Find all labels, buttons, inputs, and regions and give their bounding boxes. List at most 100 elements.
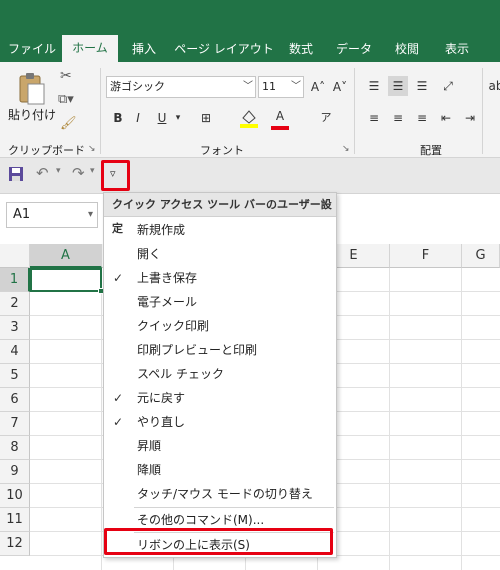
row-header[interactable]: 11 bbox=[0, 508, 30, 532]
highlight-customize-button bbox=[101, 160, 130, 191]
row-header[interactable]: 6 bbox=[0, 388, 30, 412]
paste-button[interactable] bbox=[16, 72, 46, 106]
select-all-corner[interactable] bbox=[0, 244, 30, 268]
tab-file[interactable]: ファイル bbox=[4, 36, 60, 62]
font-size-value: 11 bbox=[262, 80, 276, 93]
decrease-indent-icon[interactable]: ⇤ bbox=[436, 108, 456, 128]
divider bbox=[354, 68, 355, 154]
phonetic-icon[interactable]: ア bbox=[316, 108, 336, 128]
tab-insert[interactable]: 挿入 bbox=[122, 36, 166, 62]
chevron-down-icon[interactable]: ▾ bbox=[90, 166, 95, 176]
menu-item-label: 電子メール bbox=[137, 295, 198, 309]
font-group-label: フォント bbox=[200, 144, 244, 157]
italic-button[interactable]: I bbox=[128, 108, 148, 128]
name-box[interactable]: A1 ▾ bbox=[6, 202, 98, 228]
align-right-icon[interactable]: ≡ bbox=[412, 108, 432, 128]
align-top-icon[interactable]: ☰ bbox=[364, 76, 384, 96]
menu-title: クイック アクセス ツール バーのユーザー設定 bbox=[104, 193, 336, 235]
row-header[interactable]: 12 bbox=[0, 532, 30, 556]
tab-data[interactable]: データ bbox=[330, 36, 378, 62]
menu-item-touch-mouse-mode[interactable]: タッチ/マウス モードの切り替え bbox=[104, 482, 336, 506]
column-header[interactable]: A bbox=[30, 244, 102, 268]
menu-item-label: やり直し bbox=[137, 415, 186, 429]
column-header[interactable]: G bbox=[462, 244, 500, 268]
gridline bbox=[389, 268, 390, 570]
highlight-show-above-ribbon bbox=[104, 528, 333, 555]
bold-button[interactable]: B bbox=[108, 108, 128, 128]
grow-font-button[interactable]: A˄ bbox=[308, 77, 328, 97]
redo-icon[interactable]: ↷ bbox=[72, 164, 85, 182]
menu-item-undo[interactable]: ✓ 元に戻す bbox=[104, 386, 336, 410]
ribbon-tab-bar: ファイル ホーム 挿入 ページ レイアウト 数式 データ 校閲 表示 bbox=[0, 0, 500, 62]
menu-item-quick-print[interactable]: クイック印刷 bbox=[104, 314, 336, 338]
wrap-text-icon[interactable]: ab bbox=[486, 76, 500, 96]
menu-item-open[interactable]: 開く bbox=[104, 242, 336, 266]
row-header[interactable]: 10 bbox=[0, 484, 30, 508]
chevron-down-icon: ﹀ bbox=[243, 81, 253, 92]
font-color-swatch bbox=[271, 126, 289, 130]
copy-icon[interactable]: ⧉▾ bbox=[58, 92, 74, 107]
dialog-launcher-icon[interactable]: ↘ bbox=[88, 144, 96, 154]
menu-item-label: 元に戻す bbox=[137, 391, 186, 405]
row-header[interactable]: 7 bbox=[0, 412, 30, 436]
align-center-icon[interactable]: ≡ bbox=[388, 108, 408, 128]
clipboard-group-label: クリップボード bbox=[8, 144, 85, 157]
menu-item-label: 開く bbox=[137, 247, 162, 261]
tab-home[interactable]: ホーム bbox=[62, 35, 118, 62]
menu-item-sort-ascending[interactable]: 昇順 bbox=[104, 434, 336, 458]
scissors-icon[interactable]: ✂ bbox=[60, 68, 72, 84]
chevron-down-icon[interactable]: ▾ bbox=[56, 166, 61, 176]
orientation-icon[interactable]: ⤢ bbox=[438, 76, 458, 96]
name-box-value: A1 bbox=[13, 207, 31, 222]
menu-item-redo[interactable]: ✓ やり直し bbox=[104, 410, 336, 434]
fill-color-icon[interactable] bbox=[238, 106, 258, 128]
font-name-combo[interactable]: 游ゴシック ﹀ bbox=[106, 76, 256, 98]
shrink-font-button[interactable]: A˅ bbox=[330, 77, 350, 97]
row-header[interactable]: 4 bbox=[0, 340, 30, 364]
align-left-icon[interactable]: ≡ bbox=[364, 108, 384, 128]
font-name-value: 游ゴシック bbox=[110, 80, 165, 93]
increase-indent-icon[interactable]: ⇥ bbox=[460, 108, 480, 128]
chevron-down-icon[interactable]: ▾ bbox=[168, 108, 188, 128]
dialog-launcher-icon[interactable]: ↘ bbox=[342, 144, 350, 154]
menu-item-save[interactable]: ✓ 上書き保存 bbox=[104, 266, 336, 290]
tab-page-layout[interactable]: ページ レイアウト bbox=[174, 36, 274, 62]
menu-item-label: 上書き保存 bbox=[137, 271, 198, 285]
alignment-group-label: 配置 bbox=[420, 144, 442, 157]
gridline bbox=[101, 268, 102, 570]
font-color-glyph: A bbox=[275, 109, 285, 123]
divider bbox=[100, 68, 101, 154]
customize-qat-menu: クイック アクセス ツール バーのユーザー設定 新規作成 開く ✓ 上書き保存 電… bbox=[103, 192, 337, 558]
row-header[interactable]: 3 bbox=[0, 316, 30, 340]
check-icon: ✓ bbox=[113, 415, 124, 429]
column-header[interactable]: F bbox=[390, 244, 462, 268]
row-header[interactable]: 5 bbox=[0, 364, 30, 388]
tab-formulas[interactable]: 数式 bbox=[280, 36, 322, 62]
border-icon[interactable]: ⊞ bbox=[196, 108, 216, 128]
menu-item-email[interactable]: 電子メール bbox=[104, 290, 336, 314]
ribbon-home: 貼り付け ✂ ⧉▾ 🖌 クリップボード ↘ 游ゴシック ﹀ 11 ﹀ A˄ A˅… bbox=[0, 62, 500, 158]
chevron-down-icon: ﹀ bbox=[291, 81, 301, 92]
menu-item-print-preview[interactable]: 印刷プレビューと印刷 bbox=[104, 338, 336, 362]
menu-item-sort-descending[interactable]: 降順 bbox=[104, 458, 336, 482]
tab-view[interactable]: 表示 bbox=[436, 36, 478, 62]
menu-item-label: 降順 bbox=[137, 463, 162, 477]
undo-icon[interactable]: ↶ bbox=[36, 164, 49, 182]
active-cell-a1[interactable] bbox=[30, 268, 102, 292]
row-header[interactable]: 1 bbox=[0, 268, 30, 292]
paste-label[interactable]: 貼り付け bbox=[8, 106, 56, 123]
row-header[interactable]: 8 bbox=[0, 436, 30, 460]
row-header[interactable]: 2 bbox=[0, 292, 30, 316]
menu-item-new[interactable]: 新規作成 bbox=[104, 218, 336, 242]
font-size-combo[interactable]: 11 ﹀ bbox=[258, 76, 304, 98]
save-icon[interactable] bbox=[8, 166, 24, 186]
align-bottom-icon[interactable]: ☰ bbox=[412, 76, 432, 96]
row-header[interactable]: 9 bbox=[0, 460, 30, 484]
format-painter-icon[interactable]: 🖌 bbox=[60, 116, 77, 131]
font-color-button[interactable]: A bbox=[270, 106, 290, 126]
check-icon: ✓ bbox=[113, 391, 124, 405]
align-middle-icon[interactable]: ☰ bbox=[388, 76, 408, 96]
menu-item-spell-check[interactable]: スペル チェック bbox=[104, 362, 336, 386]
tab-review[interactable]: 校閲 bbox=[386, 36, 428, 62]
check-icon: ✓ bbox=[113, 271, 124, 285]
